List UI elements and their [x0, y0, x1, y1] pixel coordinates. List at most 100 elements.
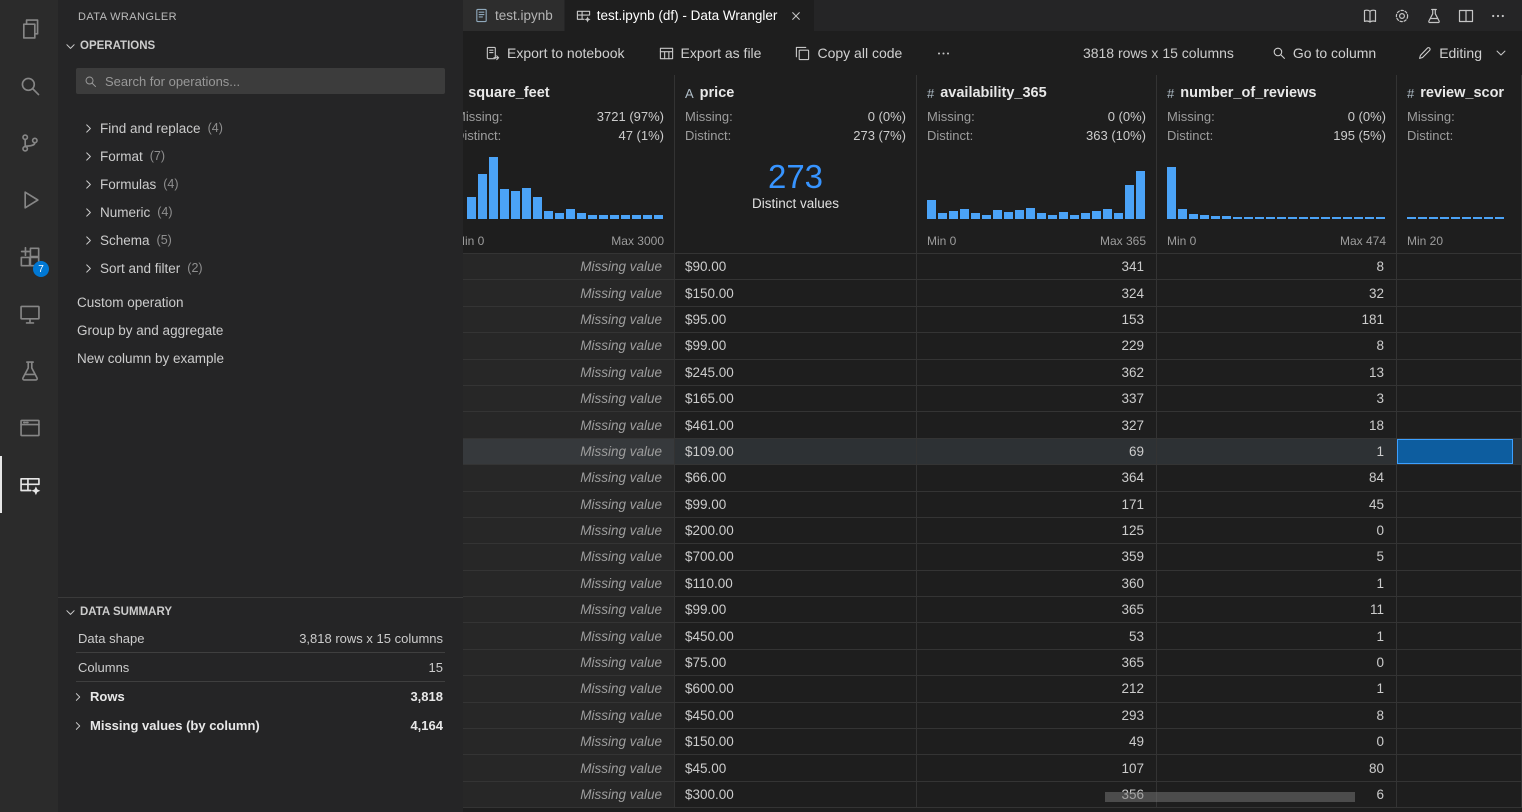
book-icon[interactable] [1362, 8, 1378, 24]
cell-review_scor[interactable] [1397, 439, 1513, 464]
table-row[interactable]: Missing value$99.002298 [463, 333, 1522, 359]
search-input[interactable] [103, 73, 437, 90]
cell-review_scor[interactable] [1397, 703, 1522, 728]
toolbar-copy-all-code[interactable]: Copy all code [795, 45, 902, 61]
cell-number_of_reviews[interactable]: 0 [1157, 518, 1397, 543]
cell-review_scor[interactable] [1397, 544, 1522, 569]
summary-row-rows[interactable]: Rows3,818 [76, 682, 445, 711]
column-header-review_scor[interactable]: #review_scorMissing:Distinct:Min 20 [1397, 75, 1522, 253]
toolbar-more-actions-button[interactable] [936, 46, 951, 61]
cell-availability_365[interactable]: 327 [917, 412, 1157, 437]
cell-availability_365[interactable]: 69 [917, 439, 1157, 464]
cell-availability_365[interactable]: 49 [917, 729, 1157, 754]
activitybar-item-testing[interactable] [0, 342, 58, 399]
cell-number_of_reviews[interactable]: 1 [1157, 439, 1397, 464]
close-icon[interactable] [789, 9, 803, 23]
cell-availability_365[interactable]: 359 [917, 544, 1157, 569]
operation-item-new-column-by-example[interactable]: New column by example [58, 344, 463, 372]
cell-review_scor[interactable] [1397, 518, 1522, 543]
cell-price[interactable]: $66.00 [675, 465, 917, 490]
cell-number_of_reviews[interactable]: 181 [1157, 307, 1397, 332]
cell-availability_365[interactable]: 365 [917, 597, 1157, 622]
column-header-price[interactable]: ApriceMissing:0 (0%)Distinct:273 (7%)273… [675, 75, 917, 253]
table-row[interactable]: Missing value$600.002121 [463, 676, 1522, 702]
cell-review_scor[interactable] [1397, 782, 1522, 807]
table-row[interactable]: Missing value$450.002938 [463, 703, 1522, 729]
cell-number_of_reviews[interactable]: 0 [1157, 729, 1397, 754]
cell-square_feet[interactable]: Missing value [463, 492, 675, 517]
cell-square_feet[interactable]: Missing value [463, 333, 675, 358]
cell-availability_365[interactable]: 341 [917, 254, 1157, 279]
cell-price[interactable]: $99.00 [675, 333, 917, 358]
editing-mode-button[interactable]: Editing [1418, 45, 1482, 61]
cell-number_of_reviews[interactable]: 8 [1157, 703, 1397, 728]
cell-price[interactable]: $45.00 [675, 755, 917, 780]
cell-review_scor[interactable] [1397, 465, 1522, 490]
cell-price[interactable]: $90.00 [675, 254, 917, 279]
cell-review_scor[interactable] [1397, 755, 1522, 780]
cell-price[interactable]: $99.00 [675, 492, 917, 517]
cell-number_of_reviews[interactable]: 8 [1157, 333, 1397, 358]
cell-review_scor[interactable] [1397, 676, 1522, 701]
cell-price[interactable]: $200.00 [675, 518, 917, 543]
cell-availability_365[interactable]: 171 [917, 492, 1157, 517]
cell-price[interactable]: $700.00 [675, 544, 917, 569]
cell-number_of_reviews[interactable]: 1 [1157, 571, 1397, 596]
cell-number_of_reviews[interactable]: 1 [1157, 676, 1397, 701]
cell-price[interactable]: $110.00 [675, 571, 917, 596]
more-icon[interactable] [1490, 8, 1506, 24]
activitybar-item-preview[interactable] [0, 399, 58, 456]
table-row[interactable]: Missing value$165.003373 [463, 386, 1522, 412]
activitybar-item-search[interactable] [0, 57, 58, 114]
cell-price[interactable]: $150.00 [675, 729, 917, 754]
table-row[interactable]: Missing value$110.003601 [463, 571, 1522, 597]
table-row[interactable]: Missing value$109.00691 [463, 439, 1522, 465]
cell-square_feet[interactable]: Missing value [463, 518, 675, 543]
column-header-number_of_reviews[interactable]: #number_of_reviewsMissing:0 (0%)Distinct… [1157, 75, 1397, 253]
table-row[interactable]: Missing value$99.0036511 [463, 597, 1522, 623]
cell-number_of_reviews[interactable]: 32 [1157, 280, 1397, 305]
table-row[interactable]: Missing value$150.00490 [463, 729, 1522, 755]
cell-square_feet[interactable]: Missing value [463, 307, 675, 332]
go-to-column-button[interactable]: Go to column [1272, 45, 1376, 61]
cell-review_scor[interactable] [1397, 571, 1522, 596]
operation-group-format[interactable]: Format(7) [58, 142, 463, 170]
cell-square_feet[interactable]: Missing value [463, 729, 675, 754]
cell-availability_365[interactable]: 229 [917, 333, 1157, 358]
cell-square_feet[interactable]: Missing value [463, 544, 675, 569]
cell-square_feet[interactable]: Missing value [463, 412, 675, 437]
cell-square_feet[interactable]: Missing value [463, 386, 675, 411]
cell-number_of_reviews[interactable]: 84 [1157, 465, 1397, 490]
cell-number_of_reviews[interactable]: 11 [1157, 597, 1397, 622]
cell-review_scor[interactable] [1397, 492, 1522, 517]
cell-square_feet[interactable]: Missing value [463, 650, 675, 675]
operation-group-sort-and-filter[interactable]: Sort and filter(2) [58, 254, 463, 282]
cell-availability_365[interactable]: 337 [917, 386, 1157, 411]
cell-square_feet[interactable]: Missing value [463, 782, 675, 807]
cell-number_of_reviews[interactable]: 1 [1157, 623, 1397, 648]
operation-item-group-by-and-aggregate[interactable]: Group by and aggregate [58, 316, 463, 344]
table-row[interactable]: Missing value$75.003650 [463, 650, 1522, 676]
summary-row-columns[interactable]: Columns15 [76, 653, 445, 682]
activitybar-item-run-debug[interactable] [0, 171, 58, 228]
cell-availability_365[interactable]: 360 [917, 571, 1157, 596]
cell-availability_365[interactable]: 293 [917, 703, 1157, 728]
cell-review_scor[interactable] [1397, 412, 1522, 437]
cell-review_scor[interactable] [1397, 254, 1522, 279]
table-row[interactable]: Missing value$300.003566 [463, 782, 1522, 808]
cell-price[interactable]: $300.00 [675, 782, 917, 807]
cell-square_feet[interactable]: Missing value [463, 755, 675, 780]
cell-availability_365[interactable]: 212 [917, 676, 1157, 701]
cell-availability_365[interactable]: 362 [917, 360, 1157, 385]
cell-availability_365[interactable]: 364 [917, 465, 1157, 490]
cell-number_of_reviews[interactable]: 0 [1157, 650, 1397, 675]
table-row[interactable]: Missing value$245.0036213 [463, 360, 1522, 386]
cell-price[interactable]: $75.00 [675, 650, 917, 675]
cell-number_of_reviews[interactable]: 13 [1157, 360, 1397, 385]
cell-review_scor[interactable] [1397, 386, 1522, 411]
activitybar-item-source-control[interactable] [0, 114, 58, 171]
activitybar-item-explorer[interactable] [0, 0, 58, 57]
cell-price[interactable]: $461.00 [675, 412, 917, 437]
operation-item-custom-operation[interactable]: Custom operation [58, 288, 463, 316]
cell-availability_365[interactable]: 107 [917, 755, 1157, 780]
